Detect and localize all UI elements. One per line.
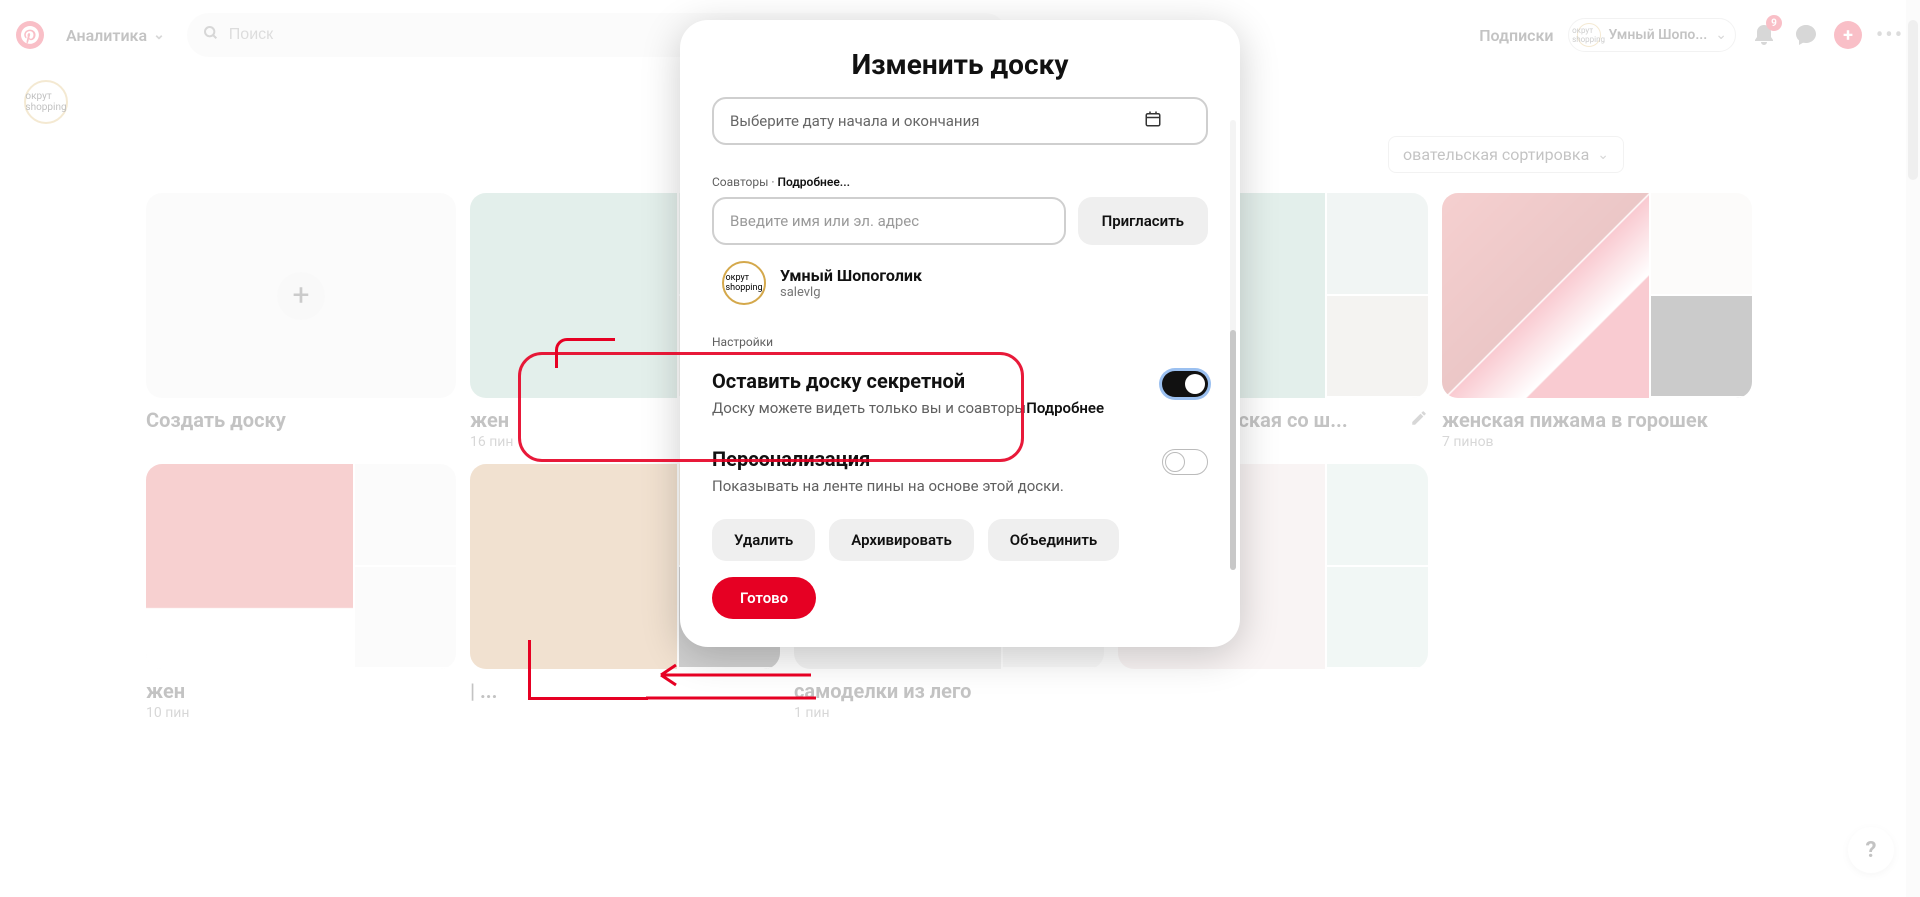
modal-footer: Удалить Архивировать Объединить Готово: [680, 519, 1240, 647]
secret-toggle[interactable]: [1162, 371, 1208, 397]
personalization-title: Персонализация: [712, 447, 1064, 471]
edit-board-modal: Изменить доску Выберите дату начала и ок…: [680, 20, 1240, 647]
done-button[interactable]: Готово: [712, 577, 816, 619]
personalization-row: Персонализация Показывать на ленте пины …: [712, 447, 1208, 495]
modal-overlay: Изменить доску Выберите дату начала и ок…: [0, 0, 1920, 897]
archive-button[interactable]: Архивировать: [829, 519, 974, 561]
secret-title: Оставить доску секретной: [712, 369, 1104, 393]
author-info: Умный Шопоголик salevlg: [780, 266, 922, 300]
merge-button[interactable]: Объединить: [988, 519, 1119, 561]
personalization-toggle[interactable]: [1162, 449, 1208, 475]
secret-subtitle: Доску можете видеть только вы и соавторы…: [712, 399, 1104, 417]
modal-header: Изменить доску: [680, 20, 1240, 97]
personalization-text: Персонализация Показывать на ленте пины …: [712, 447, 1064, 495]
personalization-subtitle: Показывать на ленте пины на основе этой …: [712, 477, 1064, 495]
secret-more-link[interactable]: Подробнее: [1026, 399, 1104, 417]
author-name: Умный Шопоголик: [780, 266, 922, 285]
secret-text: Оставить доску секретной Доску можете ви…: [712, 369, 1104, 417]
coauthors-label: Соавторы · Подробнее...: [712, 175, 1208, 189]
modal-body: Выберите дату начала и окончания Соавтор…: [680, 97, 1240, 519]
modal-title: Изменить доску: [704, 48, 1216, 81]
date-placeholder: Выберите дату начала и окончания: [730, 112, 979, 130]
date-range-input[interactable]: Выберите дату начала и окончания: [712, 97, 1208, 145]
coauthor-row: Введите имя или эл. адрес Пригласить: [712, 197, 1208, 245]
calendar-icon: [1144, 110, 1162, 133]
toggle-knob: [1165, 452, 1185, 472]
toggle-knob: [1185, 374, 1205, 394]
coauthors-more-link[interactable]: Подробнее...: [778, 175, 851, 189]
author-avatar: окрутshopping: [722, 261, 766, 305]
author-username: salevlg: [780, 285, 922, 300]
secret-board-row: Оставить доску секретной Доску можете ви…: [712, 369, 1208, 417]
invite-button[interactable]: Пригласить: [1078, 197, 1208, 245]
collaborator-input[interactable]: Введите имя или эл. адрес: [712, 197, 1066, 245]
board-author: окрутshopping Умный Шопоголик salevlg: [712, 261, 1208, 305]
settings-label: Настройки: [712, 335, 1208, 349]
action-row: Удалить Архивировать Объединить: [712, 519, 1208, 561]
delete-button[interactable]: Удалить: [712, 519, 815, 561]
